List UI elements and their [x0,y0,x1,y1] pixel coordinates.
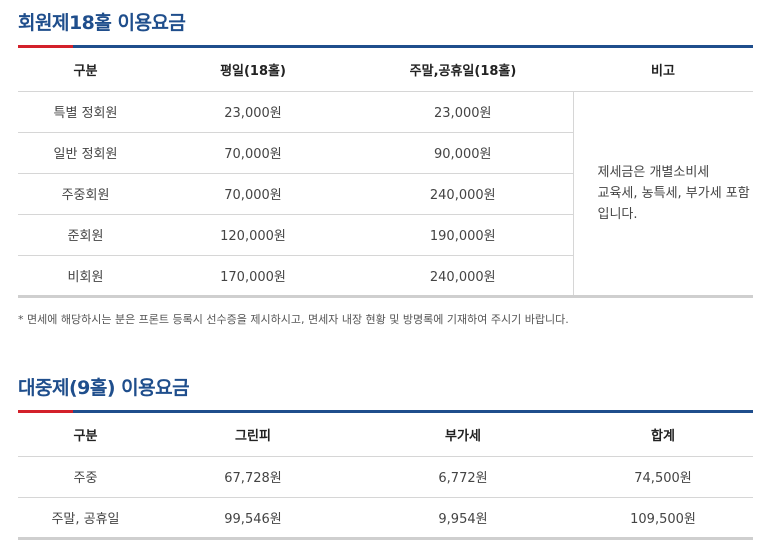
row-category: 일반 정회원 [18,132,153,174]
member-fees-title: 회원제18홀 이용요금 [18,12,186,34]
row-category: 주중회원 [18,173,153,215]
row-weekend-price: 240,000원 [353,173,573,215]
row-category: 특별 정회원 [18,91,153,133]
row-category: 준회원 [18,214,153,256]
header-category: 구분 [18,413,153,457]
row-weekday-price: 120,000원 [153,214,353,256]
header-weekend: 주말,공휴일(18홀) [353,48,573,92]
note-line: 제세금은 개별소비세 [597,164,710,180]
row-green-fee: 67,728원 [153,456,353,498]
tax-exemption-footnote: * 면세에 해당하시는 분은 프론트 등록시 선수증을 제시하시고, 면세자 내… [18,313,569,326]
row-weekend-price: 240,000원 [353,255,573,298]
row-weekend-price: 90,000원 [353,132,573,174]
row-weekday-price: 70,000원 [153,173,353,215]
row-weekday-price: 170,000원 [153,255,353,298]
row-weekday-price: 23,000원 [153,91,353,133]
row-total: 74,500원 [573,456,753,498]
header-green-fee: 그린피 [153,413,353,457]
row-weekday-price: 70,000원 [153,132,353,174]
public-fees-title: 대중제(9홀) 이용요금 [18,377,190,399]
header-category: 구분 [18,48,153,92]
row-green-fee: 99,546원 [153,497,353,540]
row-category: 비회원 [18,255,153,298]
row-category: 주말, 공휴일 [18,497,153,540]
header-note: 비고 [573,48,753,92]
row-weekend-price: 23,000원 [353,91,573,133]
note-cell: 제세금은 개별소비세 교육세, 농특세, 부가세 포함 입니다. [572,91,753,298]
header-weekday: 평일(18홀) [153,48,353,92]
table-row: 주중 67,728원 6,772원 74,500원 [18,456,753,498]
row-category: 주중 [18,456,153,498]
public-fees-table: 구분 그린피 부가세 합계 주중 67,728원 6,772원 74,500원 … [18,413,753,540]
row-weekend-price: 190,000원 [353,214,573,256]
header-vat: 부가세 [353,413,573,457]
note-line: 입니다. [597,206,638,222]
row-total: 109,500원 [573,497,753,540]
table-header-row: 구분 그린피 부가세 합계 [18,413,753,457]
table-row: 주말, 공휴일 99,546원 9,954원 109,500원 [18,497,753,540]
header-total: 합계 [573,413,753,457]
row-vat: 9,954원 [353,497,573,540]
table-row: 특별 정회원 23,000원 23,000원 제세금은 개별소비세 교육세, 농… [18,91,753,298]
note-line: 교육세, 농특세, 부가세 포함 [597,185,750,201]
table-header-row: 구분 평일(18홀) 주말,공휴일(18홀) 비고 [18,48,753,92]
row-vat: 6,772원 [353,456,573,498]
member-fees-table: 구분 평일(18홀) 주말,공휴일(18홀) 비고 특별 정회원 23,000원… [18,48,753,298]
